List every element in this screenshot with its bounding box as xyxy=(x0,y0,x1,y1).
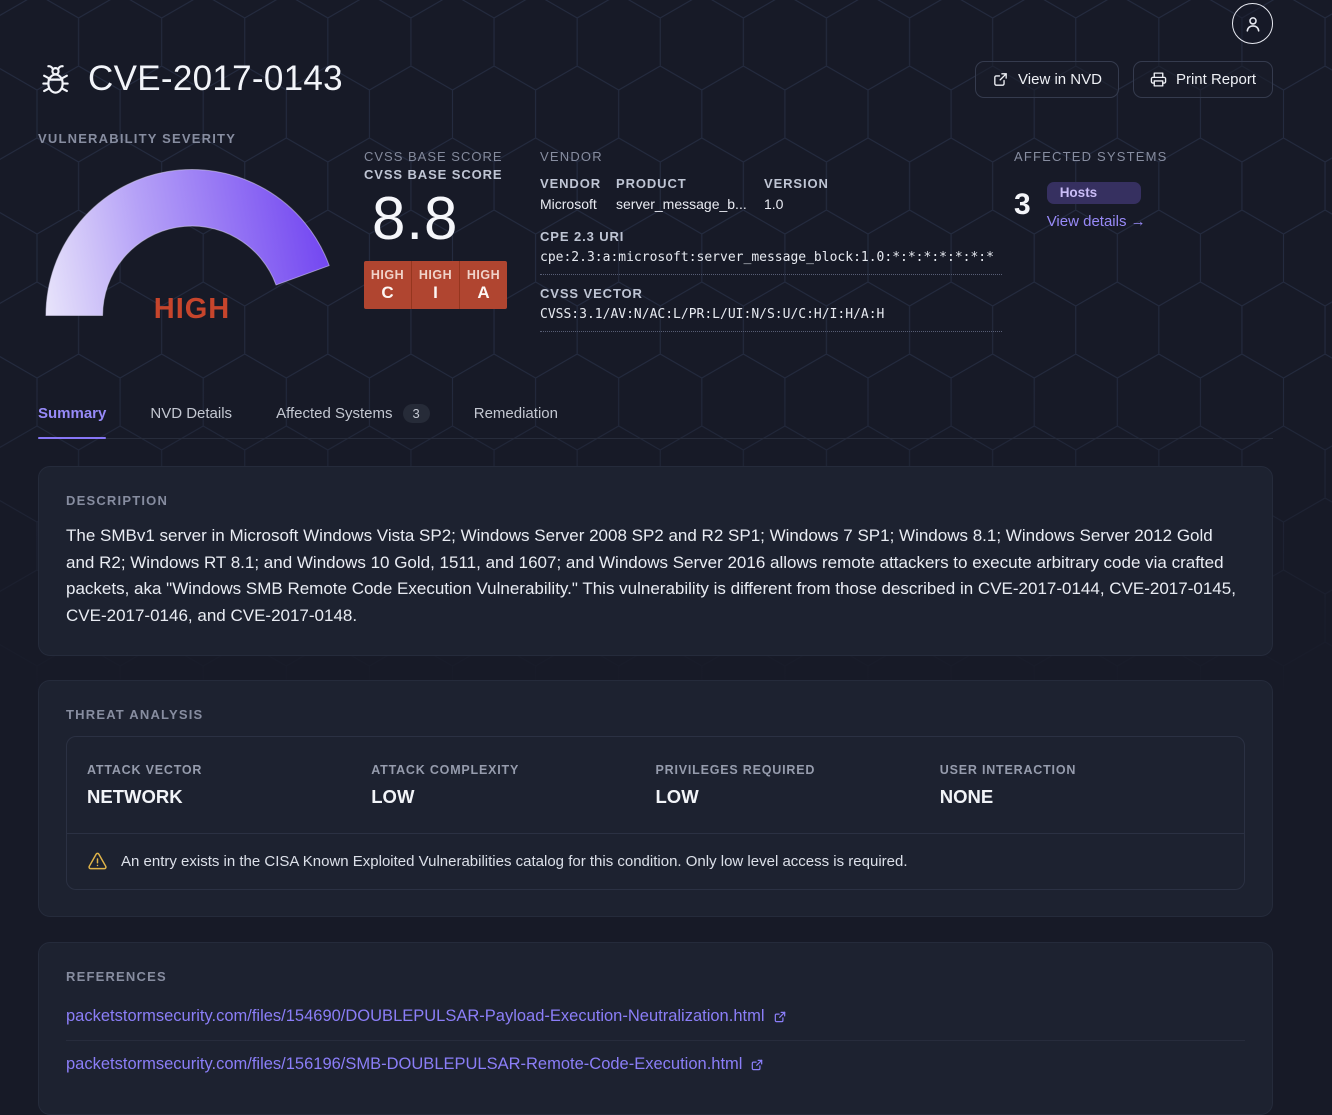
threat-analysis-label: THREAT ANALYSIS xyxy=(66,707,1245,722)
attack-complexity-label: ATTACK COMPLEXITY xyxy=(371,763,655,777)
attack-vector-label: ATTACK VECTOR xyxy=(87,763,371,777)
product-field-value: server_message_b... xyxy=(616,196,747,212)
privileges-required-label: PRIVILEGES REQUIRED xyxy=(656,763,940,777)
cvss-vector-label: CVSS VECTOR xyxy=(540,286,1002,301)
print-report-button[interactable]: Print Report xyxy=(1133,61,1273,98)
external-link-icon xyxy=(750,1058,764,1072)
reference-row: packetstormsecurity.com/files/156196/SMB… xyxy=(66,1040,1245,1088)
attack-complexity-value: LOW xyxy=(371,786,655,808)
reference-row: packetstormsecurity.com/files/154690/DOU… xyxy=(66,993,1245,1040)
cvss-score-label-light: CVSS BASE SCORE xyxy=(364,149,514,164)
reference-link-2-text: packetstormsecurity.com/files/156196/SMB… xyxy=(66,1055,742,1074)
attack-vector-metric: ATTACK VECTOR NETWORK xyxy=(87,763,371,808)
tab-nvd-details[interactable]: NVD Details xyxy=(150,404,232,438)
vendor-field-value: Microsoft xyxy=(540,196,597,212)
product-field-label: PRODUCT xyxy=(616,176,764,191)
cvss-score-label-bold: CVSS BASE SCORE xyxy=(364,167,514,182)
cisa-warning-row: An entry exists in the CISA Known Exploi… xyxy=(67,833,1244,889)
tab-nvd-details-label: NVD Details xyxy=(150,405,232,422)
cvss-score-column: CVSS BASE SCORE CVSS BASE SCORE 8.8 HIGH… xyxy=(364,149,514,332)
page-header: CVE-2017-0143 View in NVD Print Report xyxy=(38,59,1273,99)
confidentiality-letter: C xyxy=(381,283,393,303)
availability-level: HIGH xyxy=(467,268,500,282)
external-link-icon xyxy=(992,71,1009,88)
affected-systems-column: AFFECTED SYSTEMS 3 Hosts View details → xyxy=(1014,149,1273,332)
warning-triangle-icon xyxy=(87,851,108,872)
view-in-nvd-button[interactable]: View in NVD xyxy=(975,61,1119,98)
cpe-uri-block: CPE 2.3 URI cpe:2.3:a:microsoft:server_m… xyxy=(540,229,1002,275)
tab-remediation[interactable]: Remediation xyxy=(474,404,558,438)
user-icon xyxy=(1242,13,1264,35)
tab-remediation-label: Remediation xyxy=(474,405,558,422)
user-interaction-label: USER INTERACTION xyxy=(940,763,1224,777)
tab-summary-label: Summary xyxy=(38,405,106,422)
vendor-column: VENDOR VENDOR Microsoft PRODUCT server_m… xyxy=(540,149,1002,332)
cvss-vector-block: CVSS VECTOR CVSS:3.1/AV:N/AC:L/PR:L/UI:N… xyxy=(540,286,1002,332)
view-in-nvd-label: View in NVD xyxy=(1018,71,1102,88)
print-report-label: Print Report xyxy=(1176,71,1256,88)
page-title: CVE-2017-0143 xyxy=(88,59,343,99)
view-details-link[interactable]: View details → xyxy=(1047,213,1146,230)
product-field: PRODUCT server_message_b... xyxy=(616,176,764,214)
cvss-vector-value: CVSS:3.1/AV:N/AC:L/PR:L/UI:N/S:U/C:H/I:H… xyxy=(540,307,1002,332)
severity-column: VULNERABILITY SEVERITY HIGH xyxy=(38,131,360,332)
tab-affected-systems-count-badge: 3 xyxy=(403,404,430,423)
confidentiality-badge: HIGH C xyxy=(364,261,411,309)
vendor-field: VENDOR Microsoft xyxy=(540,176,616,214)
vendor-section-label: VENDOR xyxy=(540,149,1002,164)
cpe-uri-label: CPE 2.3 URI xyxy=(540,229,1002,244)
description-text: The SMBv1 server in Microsoft Windows Vi… xyxy=(66,523,1245,629)
cpe-uri-value: cpe:2.3:a:microsoft:server_message_block… xyxy=(540,250,1002,275)
availability-badge: HIGH A xyxy=(459,261,507,309)
printer-icon xyxy=(1150,71,1167,88)
cisa-warning-text: An entry exists in the CISA Known Exploi… xyxy=(121,853,908,870)
integrity-badge: HIGH I xyxy=(411,261,459,309)
tab-affected-systems-label: Affected Systems xyxy=(276,405,392,422)
user-interaction-metric: USER INTERACTION NONE xyxy=(940,763,1224,808)
threat-metrics-box: ATTACK VECTOR NETWORK ATTACK COMPLEXITY … xyxy=(66,736,1245,890)
description-card: DESCRIPTION The SMBv1 server in Microsof… xyxy=(38,466,1273,656)
reference-link-2[interactable]: packetstormsecurity.com/files/156196/SMB… xyxy=(66,1055,764,1074)
privileges-required-value: LOW xyxy=(656,786,940,808)
threat-analysis-card: THREAT ANALYSIS ATTACK VECTOR NETWORK AT… xyxy=(38,680,1273,917)
integrity-level: HIGH xyxy=(419,268,452,282)
severity-section-label: VULNERABILITY SEVERITY xyxy=(38,131,360,146)
confidentiality-level: HIGH xyxy=(371,268,404,282)
severity-gauge-label: HIGH xyxy=(38,293,346,326)
affected-systems-count: 3 xyxy=(1014,190,1031,220)
attack-complexity-metric: ATTACK COMPLEXITY LOW xyxy=(371,763,655,808)
references-card: REFERENCES packetstormsecurity.com/files… xyxy=(38,942,1273,1115)
integrity-letter: I xyxy=(433,283,438,303)
version-field-label: VERSION xyxy=(764,176,1002,191)
user-avatar[interactable] xyxy=(1232,3,1273,44)
privileges-required-metric: PRIVILEGES REQUIRED LOW xyxy=(656,763,940,808)
references-label: REFERENCES xyxy=(66,969,1245,984)
version-field: VERSION 1.0 xyxy=(764,176,1002,214)
tab-bar: Summary NVD Details Affected Systems 3 R… xyxy=(38,404,1273,439)
description-label: DESCRIPTION xyxy=(66,493,1245,508)
version-field-value: 1.0 xyxy=(764,196,783,212)
hosts-badge: Hosts xyxy=(1047,182,1141,204)
severity-gauge: HIGH xyxy=(38,166,346,326)
vulnerability-summary-section: VULNERABILITY SEVERITY HIGH CVSS BASE SC… xyxy=(38,131,1273,332)
cvss-score-value: 8.8 xyxy=(372,187,514,250)
top-bar xyxy=(38,0,1273,48)
reference-link-1-text: packetstormsecurity.com/files/154690/DOU… xyxy=(66,1007,765,1026)
affected-systems-label: AFFECTED SYSTEMS xyxy=(1014,149,1273,164)
user-interaction-value: NONE xyxy=(940,786,1224,808)
vendor-field-label: VENDOR xyxy=(540,176,616,191)
availability-letter: A xyxy=(477,283,489,303)
tab-affected-systems[interactable]: Affected Systems 3 xyxy=(276,404,430,438)
reference-link-1[interactable]: packetstormsecurity.com/files/154690/DOU… xyxy=(66,1007,787,1026)
external-link-icon xyxy=(773,1010,787,1024)
tab-summary[interactable]: Summary xyxy=(38,404,106,438)
attack-vector-value: NETWORK xyxy=(87,786,371,808)
bug-icon xyxy=(38,62,73,97)
cia-impact-badges: HIGH C HIGH I HIGH A xyxy=(364,261,507,309)
